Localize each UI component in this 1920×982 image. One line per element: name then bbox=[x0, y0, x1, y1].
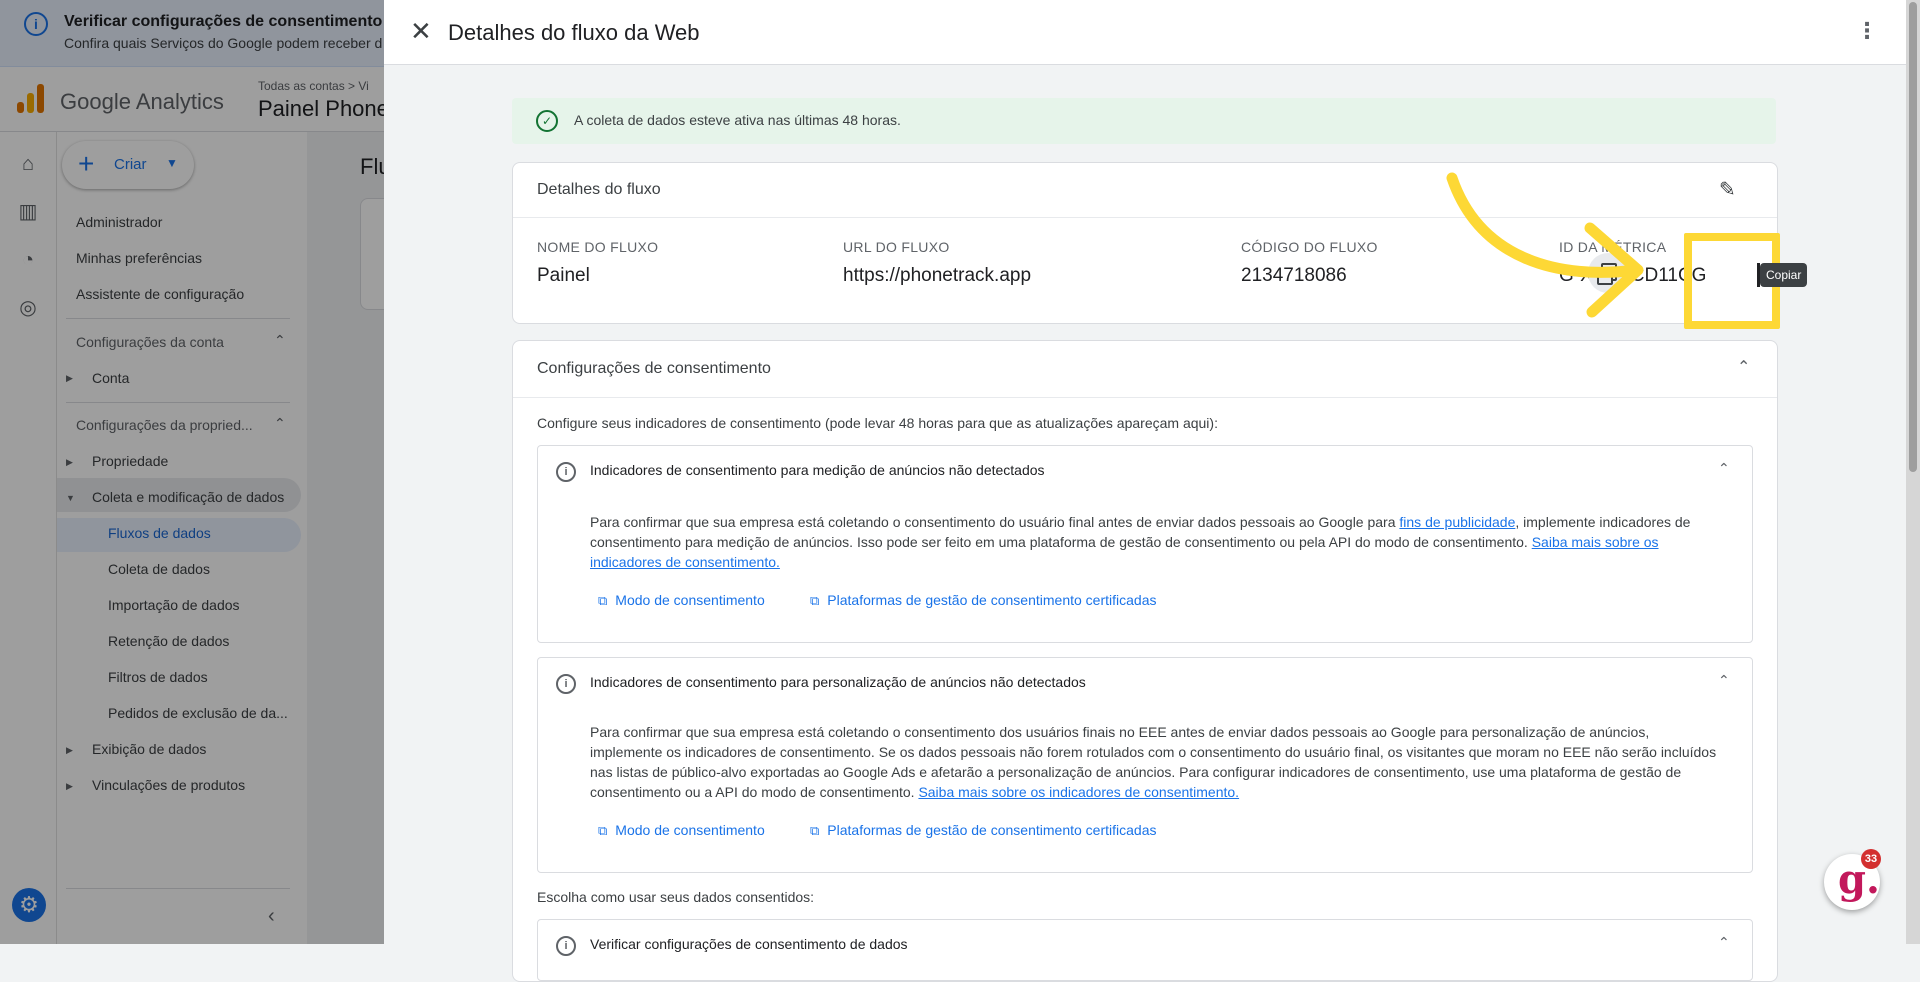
panel-title: Verificar configurações de consentimento… bbox=[590, 936, 908, 952]
link-label: Modo de consentimento bbox=[615, 592, 765, 608]
panel-title: Indicadores de consentimento para mediçã… bbox=[590, 462, 1045, 478]
choose-usage-text: Escolha como usar seus dados consentidos… bbox=[537, 889, 815, 905]
panel-title: Indicadores de consentimento para person… bbox=[590, 674, 1086, 690]
link-label: Plataformas de gestão de consentimento c… bbox=[827, 822, 1157, 838]
copy-tooltip: Copiar bbox=[1760, 263, 1808, 287]
chevron-up-icon[interactable]: ⌃ bbox=[1718, 460, 1730, 477]
open-in-new-icon: ⧉ bbox=[810, 593, 820, 608]
learn-more-link[interactable]: Saiba mais sobre os indicadores de conse… bbox=[918, 784, 1239, 800]
certified-cmp-link[interactable]: ⧉ Plataformas de gestão de consentimento … bbox=[810, 592, 1156, 609]
drawer-title: Detalhes do fluxo da Web bbox=[448, 20, 700, 45]
stream-name-value: Painel bbox=[537, 265, 590, 286]
consent-ads-measurement-panel: i Indicadores de consentimento para medi… bbox=[537, 445, 1753, 643]
stream-details-drawer: ✕ Detalhes do fluxo da Web ⋮ ✓ A coleta … bbox=[384, 0, 1920, 982]
close-icon[interactable]: ✕ bbox=[410, 16, 432, 46]
consent-settings-card: Configurações de consentimento ⌃ Configu… bbox=[512, 340, 1778, 982]
info-icon: i bbox=[556, 674, 576, 694]
stream-url-label: URL DO FLUXO bbox=[843, 239, 950, 255]
body-text: Para confirmar que sua empresa está cole… bbox=[590, 514, 1400, 530]
consent-mode-link[interactable]: ⧉ Modo de consentimento bbox=[598, 592, 765, 609]
consent-mode-link[interactable]: ⧉ Modo de consentimento bbox=[598, 822, 765, 839]
status-text: A coleta de dados esteve ativa nas últim… bbox=[574, 112, 901, 128]
edit-pencil-icon[interactable]: ✎ bbox=[1719, 177, 1736, 202]
info-icon: i bbox=[556, 462, 576, 482]
check-circle-icon: ✓ bbox=[536, 110, 558, 132]
open-in-new-icon: ⧉ bbox=[598, 593, 608, 608]
link-label: Plataformas de gestão de consentimento c… bbox=[827, 592, 1157, 608]
stream-id-value: 2134718086 bbox=[1241, 265, 1347, 286]
panel-body: Para confirmar que sua empresa está cole… bbox=[590, 722, 1720, 802]
drawer-header: ✕ Detalhes do fluxo da Web ⋮ bbox=[384, 0, 1920, 65]
stream-name-label: NOME DO FLUXO bbox=[537, 239, 659, 255]
verify-consent-panel: i Verificar configurações de consentimen… bbox=[537, 919, 1753, 981]
more-vert-icon[interactable]: ⋮ bbox=[1856, 18, 1878, 44]
stream-id-label: CÓDIGO DO FLUXO bbox=[1241, 239, 1378, 255]
certified-cmp-link[interactable]: ⧉ Plataformas de gestão de consentimento … bbox=[810, 822, 1156, 839]
info-icon: i bbox=[556, 936, 576, 956]
link-label: Modo de consentimento bbox=[615, 822, 765, 838]
tutorial-arrow-icon bbox=[1446, 172, 1644, 318]
status-alert: ✓ A coleta de dados esteve ativa nas últ… bbox=[512, 98, 1776, 144]
ads-purposes-link[interactable]: fins de publicidade bbox=[1399, 514, 1515, 530]
card-title: Detalhes do fluxo bbox=[537, 181, 661, 198]
chevron-up-icon[interactable]: ⌃ bbox=[1718, 934, 1730, 951]
consent-intro: Configure seus indicadores de consentime… bbox=[537, 415, 1218, 431]
notification-count-badge: 33 bbox=[1861, 849, 1881, 869]
panel-body: Para confirmar que sua empresa está cole… bbox=[590, 512, 1720, 572]
chevron-up-icon[interactable]: ⌃ bbox=[1737, 357, 1750, 377]
chevron-up-icon[interactable]: ⌃ bbox=[1718, 672, 1730, 689]
divider bbox=[513, 397, 1777, 398]
open-in-new-icon: ⧉ bbox=[810, 823, 820, 838]
card-title: Configurações de consentimento bbox=[537, 360, 771, 377]
stream-url-value: https://phonetrack.app bbox=[843, 265, 1032, 286]
scrollbar-thumb[interactable] bbox=[1909, 2, 1917, 472]
open-in-new-icon: ⧉ bbox=[598, 823, 608, 838]
consent-ads-personalization-panel: i Indicadores de consentimento para pers… bbox=[537, 657, 1753, 873]
